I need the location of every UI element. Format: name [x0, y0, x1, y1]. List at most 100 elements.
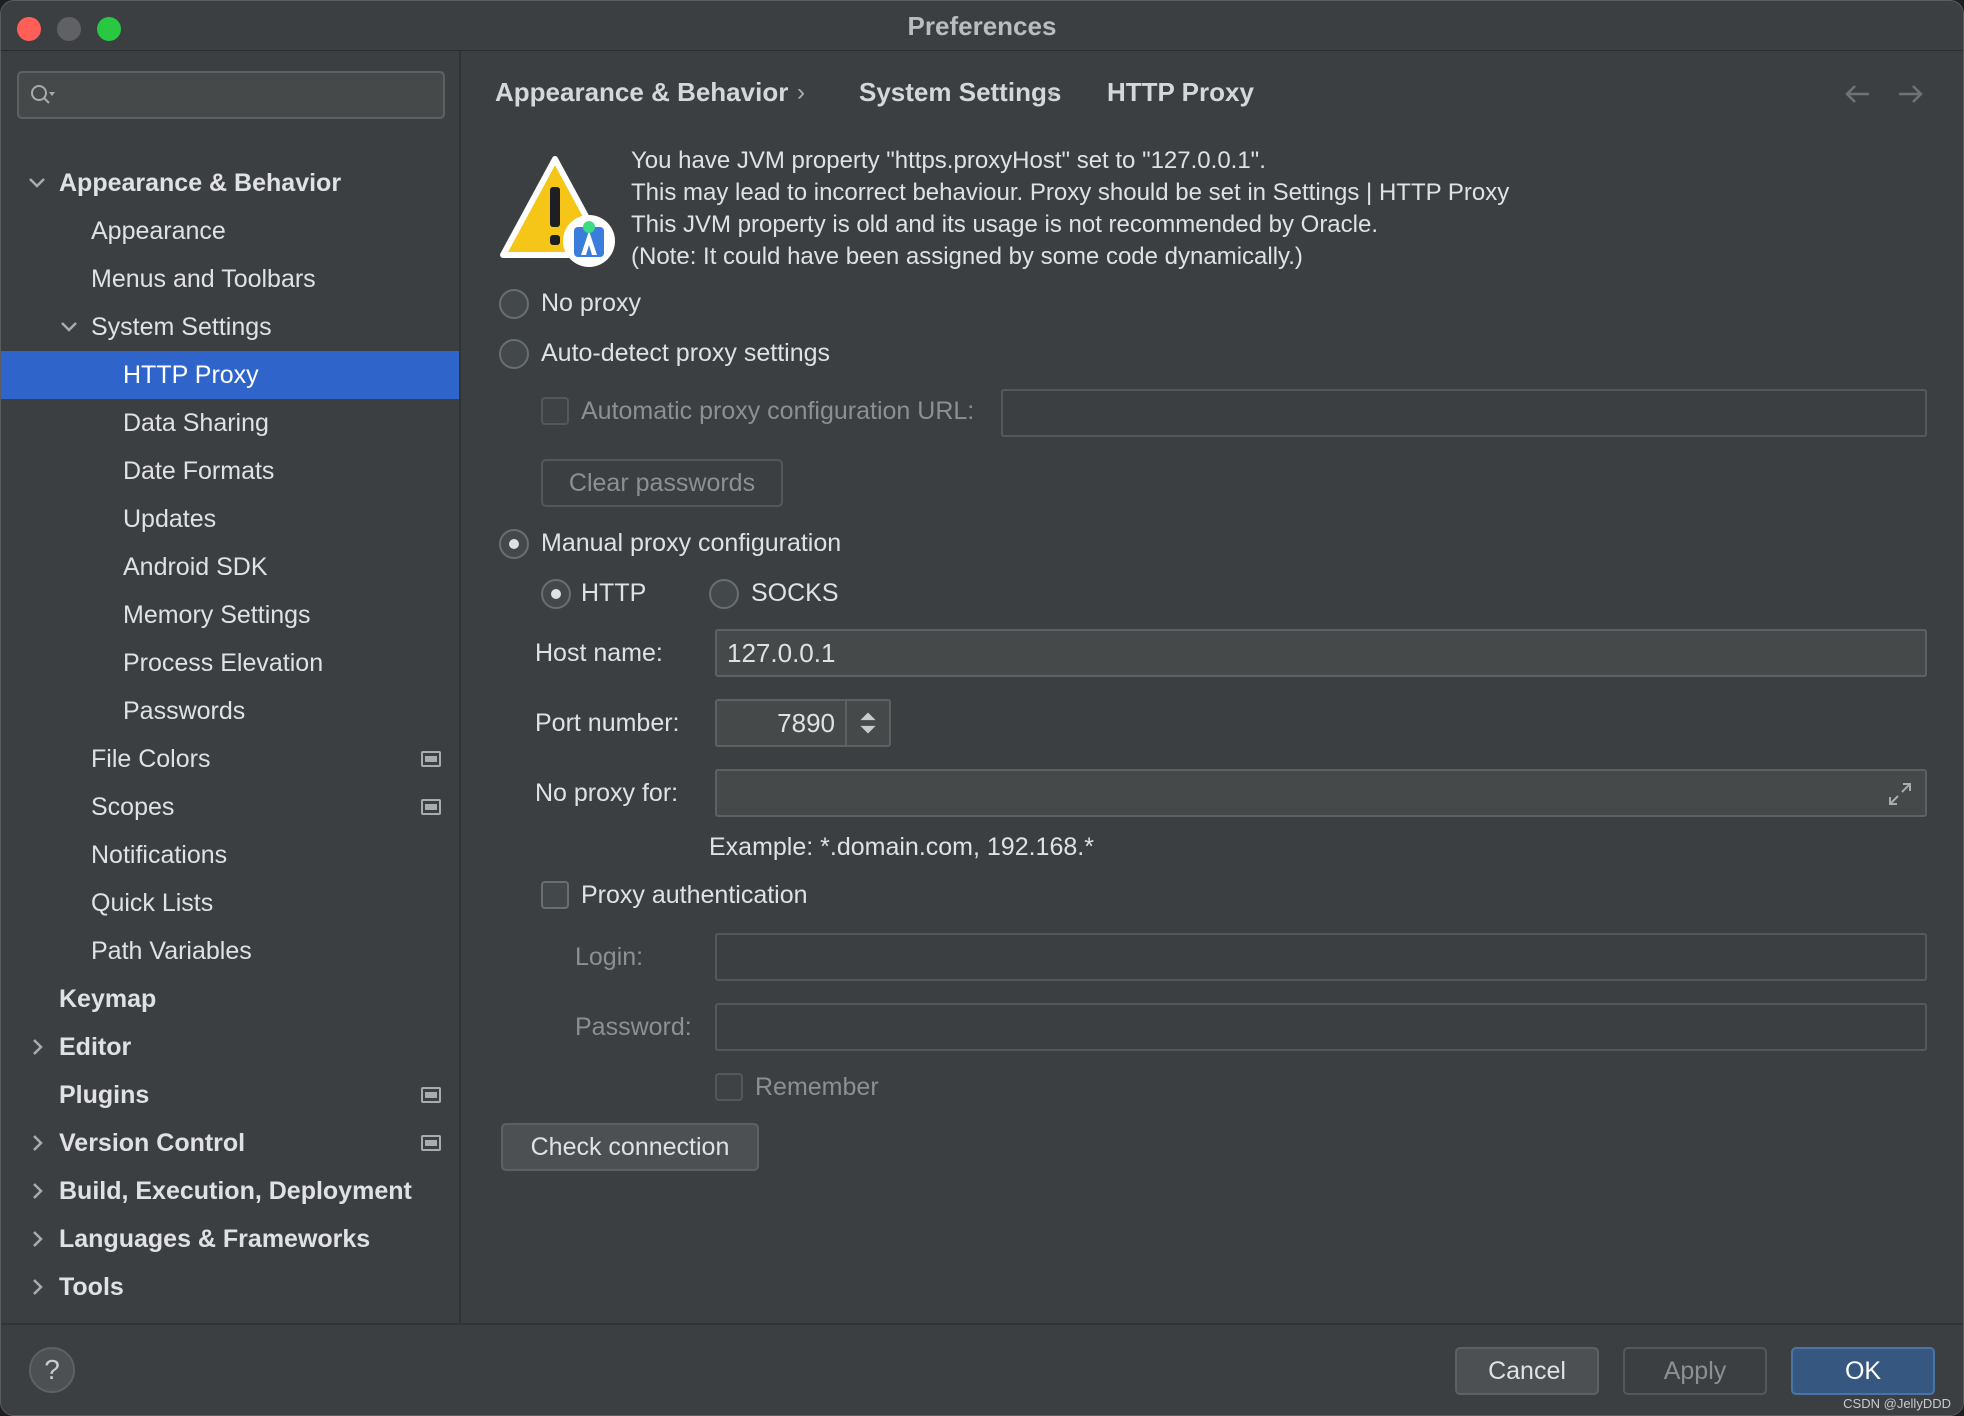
sidebar-item-plugins[interactable]: Plugins [1, 1071, 459, 1119]
title-bar: Preferences [1, 1, 1963, 51]
sidebar-item-appearance-behavior[interactable]: Appearance & Behavior [1, 159, 459, 207]
sidebar-item-appearance[interactable]: Appearance [1, 207, 459, 255]
sidebar-item-data-sharing[interactable]: Data Sharing [1, 399, 459, 447]
search-icon[interactable] [29, 83, 57, 109]
sidebar-item-label: Editor [59, 1033, 132, 1061]
apply-button[interactable]: Apply [1623, 1347, 1767, 1395]
sidebar-item-path-variables[interactable]: Path Variables [1, 927, 459, 975]
http-radio[interactable] [541, 579, 571, 609]
auto-detect-radio[interactable] [499, 339, 529, 369]
auto-config-url-label: Automatic proxy configuration URL: [581, 397, 975, 425]
sidebar-item-label: Scopes [91, 793, 175, 821]
sidebar-item-label: Date Formats [123, 457, 275, 485]
breadcrumb-item-http-proxy: HTTP Proxy [1107, 77, 1254, 107]
no-proxy-example-text: Example: *.domain.com, 192.168.* [709, 833, 1094, 861]
warning-text-line: This may lead to incorrect behaviour. Pr… [631, 179, 1510, 206]
port-number-value[interactable]: 7890 [777, 708, 835, 738]
sidebar-item-languages-frameworks[interactable]: Languages & Frameworks [1, 1215, 459, 1263]
sidebar-item-keymap[interactable]: Keymap [1, 975, 459, 1023]
sidebar-item-label: Updates [123, 505, 217, 533]
chevron-down-icon[interactable] [57, 315, 81, 339]
no-proxy-radio[interactable] [499, 289, 529, 319]
sidebar-item-label: Memory Settings [123, 601, 311, 629]
clear-passwords-button[interactable]: Clear passwords [541, 459, 783, 507]
help-button[interactable]: ? [29, 1347, 75, 1393]
socks-label[interactable]: SOCKS [751, 579, 839, 608]
chevron-down-icon[interactable] [25, 171, 49, 195]
chevron-right-icon[interactable] [25, 1131, 49, 1155]
sidebar-item-process-elevation[interactable]: Process Elevation [1, 639, 459, 687]
sidebar-item-passwords[interactable]: Passwords [1, 687, 459, 735]
sidebar-item-file-colors[interactable]: File Colors [1, 735, 459, 783]
warning-text-line: (Note: It could have been assigned by so… [631, 243, 1303, 270]
http-proxy-panel: Appearance & Behavior › System Settings … [463, 51, 1963, 1323]
sidebar-item-label: Android SDK [123, 553, 268, 581]
expand-icon[interactable] [1887, 781, 1913, 807]
check-connection-button[interactable]: Check connection [501, 1123, 759, 1171]
sidebar-item-label: File Colors [91, 745, 211, 773]
host-name-label: Host name: [535, 639, 663, 667]
port-number-stepper[interactable]: 7890 [715, 699, 891, 747]
project-level-icon [421, 799, 441, 815]
sidebar-item-label: Plugins [59, 1081, 150, 1109]
proxy-auth-label[interactable]: Proxy authentication [581, 881, 808, 910]
sidebar-item-label: Menus and Toolbars [91, 265, 316, 293]
sidebar-item-menus-toolbars[interactable]: Menus and Toolbars [1, 255, 459, 303]
breadcrumb-separator: › [797, 79, 805, 106]
sidebar-item-advanced-settings[interactable]: Advanced Settings [1, 1287, 459, 1323]
no-proxy-label[interactable]: No proxy [541, 289, 641, 318]
spinner-arrows-icon[interactable] [845, 701, 889, 745]
proxy-auth-checkbox[interactable] [541, 881, 569, 909]
sidebar-item-label: Passwords [123, 697, 246, 725]
sidebar-item-updates[interactable]: Updates [1, 495, 459, 543]
sidebar-item-memory-settings[interactable]: Memory Settings [1, 591, 459, 639]
socks-radio[interactable] [709, 579, 739, 609]
manual-proxy-label[interactable]: Manual proxy configuration [541, 529, 841, 558]
project-level-icon [421, 1087, 441, 1103]
sidebar-item-quick-lists[interactable]: Quick Lists [1, 879, 459, 927]
sidebar-item-label: System Settings [91, 313, 272, 341]
sidebar-item-label: Notifications [91, 841, 228, 869]
password-input[interactable] [715, 1003, 1927, 1051]
sidebar-item-notifications[interactable]: Notifications [1, 831, 459, 879]
forward-arrow-icon[interactable] [1893, 77, 1927, 111]
sidebar-item-date-formats[interactable]: Date Formats [1, 447, 459, 495]
project-level-icon [421, 1135, 441, 1151]
window-title: Preferences [907, 11, 1057, 41]
manual-proxy-radio[interactable] [499, 529, 529, 559]
breadcrumb-item-system-settings[interactable]: System Settings [859, 77, 1061, 108]
settings-search-box[interactable] [17, 71, 445, 119]
remember-checkbox[interactable] [715, 1073, 743, 1101]
sidebar-item-label: Path Variables [91, 937, 252, 965]
sidebar-item-editor[interactable]: Editor [1, 1023, 459, 1071]
host-name-input[interactable]: 127.0.0.1 [715, 629, 1927, 677]
dialog-footer: ? Cancel Apply OK CSDN @JellyDDD [1, 1323, 1963, 1415]
port-number-label: Port number: [535, 709, 680, 737]
auto-config-url-checkbox[interactable] [541, 397, 569, 425]
back-arrow-icon[interactable] [1841, 77, 1875, 111]
auto-config-url-input[interactable] [1001, 389, 1927, 437]
sidebar-item-version-control[interactable]: Version Control [1, 1119, 459, 1167]
login-label: Login: [575, 943, 644, 971]
sidebar-item-label: Keymap [59, 985, 157, 1013]
cancel-button[interactable]: Cancel [1455, 1347, 1599, 1395]
search-input[interactable] [65, 79, 435, 111]
sidebar-item-build-execution-deployment[interactable]: Build, Execution, Deployment [1, 1167, 459, 1215]
sidebar-item-android-sdk[interactable]: Android SDK [1, 543, 459, 591]
no-proxy-for-input[interactable] [715, 769, 1927, 817]
project-level-icon [421, 751, 441, 767]
login-input[interactable] [715, 933, 1927, 981]
sidebar-item-label: Data Sharing [123, 409, 269, 437]
chevron-right-icon[interactable] [25, 1035, 49, 1059]
ok-button[interactable]: OK [1791, 1347, 1935, 1395]
sidebar-item-scopes[interactable]: Scopes [1, 783, 459, 831]
breadcrumb-item-appearance-behavior[interactable]: Appearance & Behavior [495, 77, 788, 108]
warning-text-line: You have JVM property "https.proxyHost" … [631, 147, 1266, 174]
sidebar-item-http-proxy[interactable]: HTTP Proxy [1, 351, 459, 399]
watermark: CSDN @JellyDDD [1843, 1396, 1951, 1411]
sidebar-item-system-settings[interactable]: System Settings [1, 303, 459, 351]
chevron-right-icon[interactable] [25, 1179, 49, 1203]
http-label[interactable]: HTTP [581, 579, 646, 608]
auto-detect-label[interactable]: Auto-detect proxy settings [541, 339, 830, 368]
chevron-right-icon[interactable] [25, 1227, 49, 1251]
